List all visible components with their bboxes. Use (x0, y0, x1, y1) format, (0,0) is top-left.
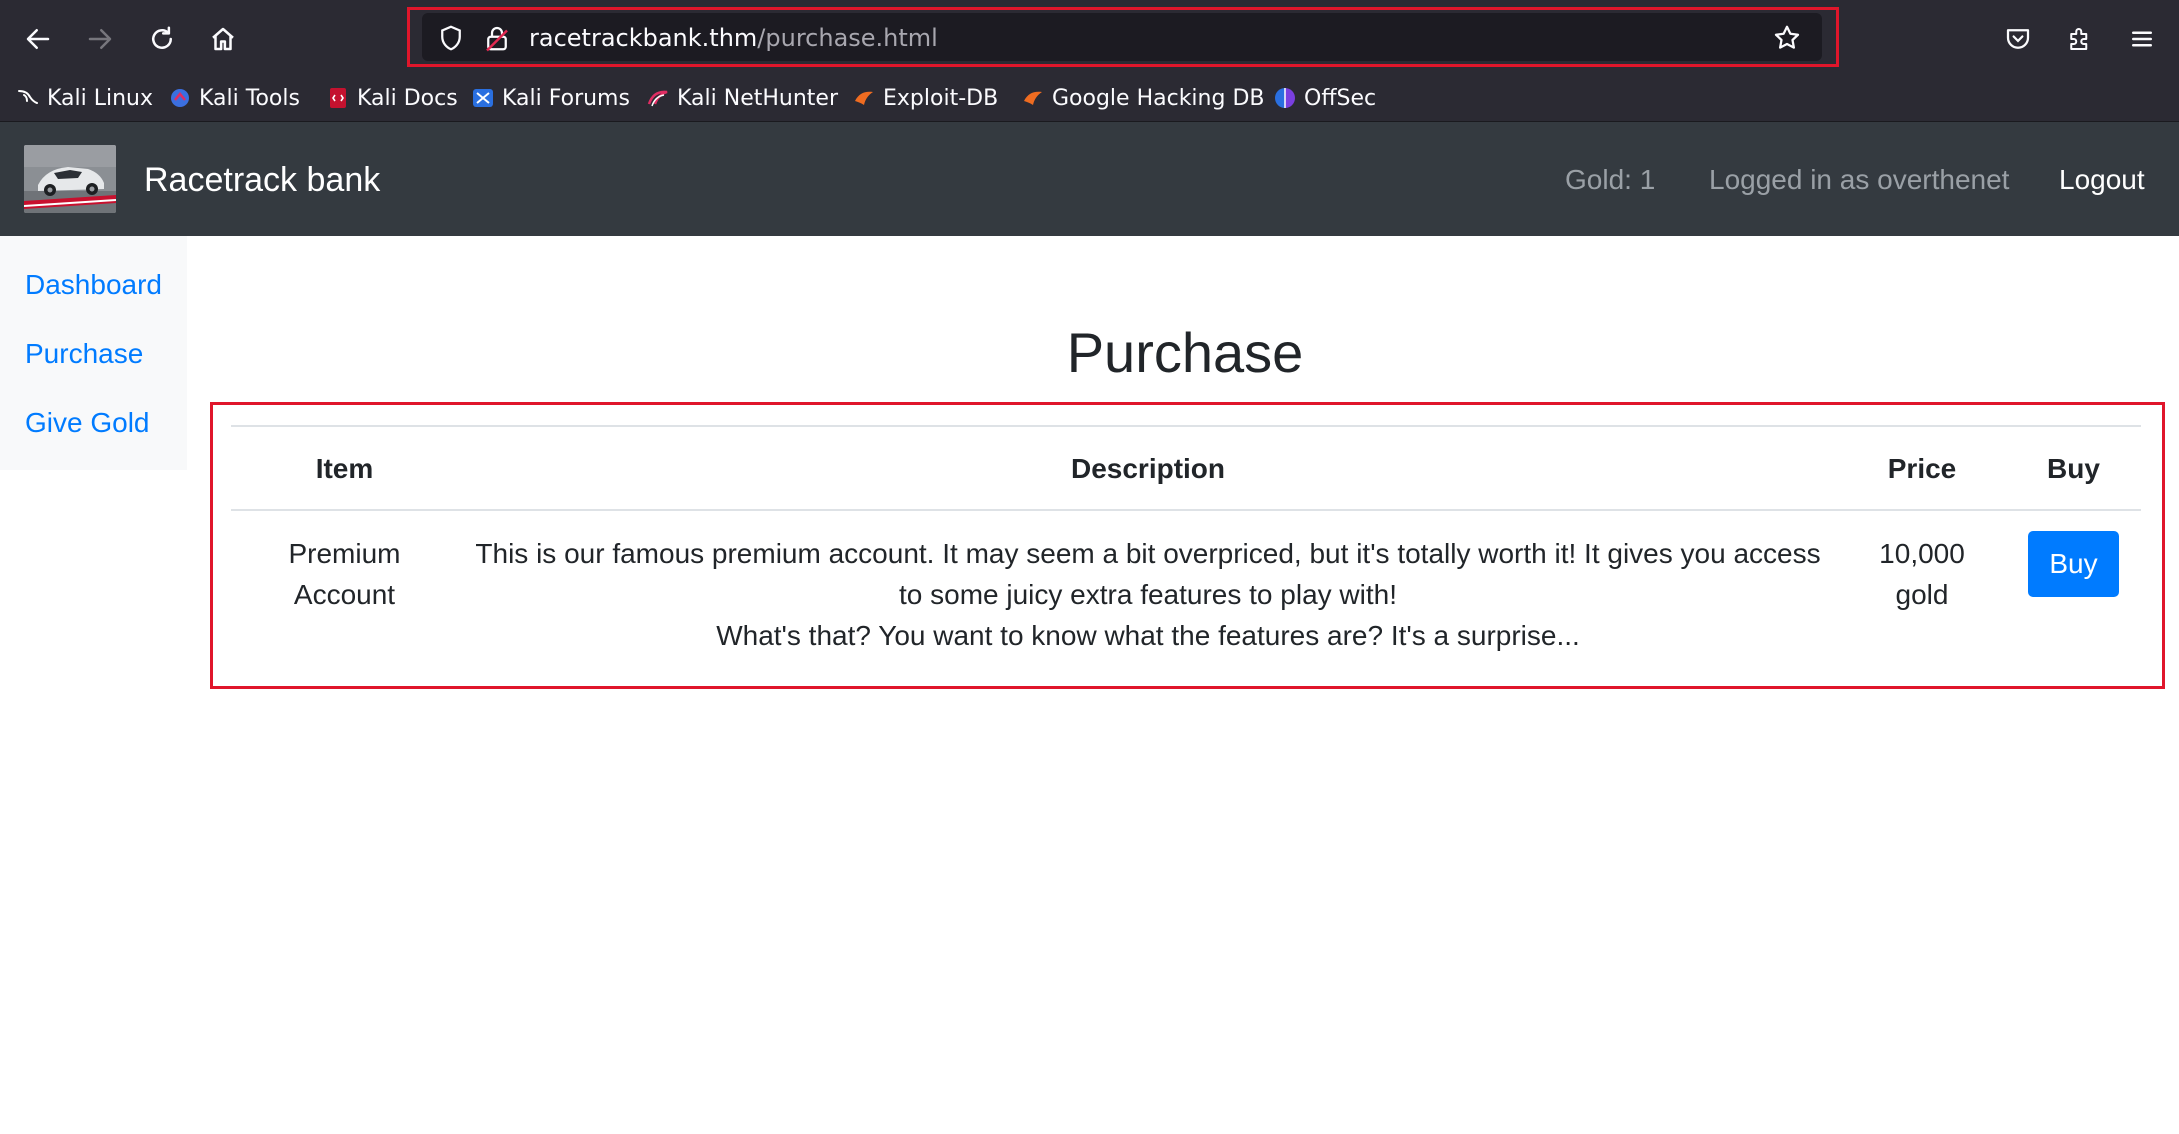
bookmark-label: Kali Tools (199, 85, 300, 111)
sidebar-item-dashboard[interactable]: Dashboard (25, 269, 162, 301)
sidebar-item-give-gold[interactable]: Give Gold (25, 407, 150, 439)
description-line: to some juicy extra features to play wit… (899, 579, 1397, 610)
logged-in-user: Logged in as overthenet (1709, 164, 2010, 195)
google-hacking-db-icon (1024, 91, 1042, 105)
description-line: What's that? You want to know what the f… (716, 620, 1580, 651)
bookmark-label: Kali Linux (47, 85, 154, 111)
bookmark-kali-tools[interactable]: Kali Tools (168, 83, 300, 113)
browser-toolbar: racetrackbank.thm/purchase.html (0, 0, 2179, 75)
exploit-db-icon (855, 91, 873, 105)
brand-logo-car-image[interactable] (24, 145, 116, 213)
bookmark-exploit-db[interactable]: Exploit-DB (852, 83, 998, 113)
bookmark-label: Kali Forums (502, 85, 630, 111)
kali-docs-icon (330, 88, 346, 108)
column-header-price: Price (1887, 453, 1957, 484)
offsec-icon (1275, 88, 1295, 108)
table-top-border (231, 425, 2141, 427)
extensions-puzzle-icon[interactable] (2060, 19, 2100, 59)
page-title: Purchase (1066, 321, 1304, 384)
bookmark-google-hacking-db[interactable]: Google Hacking DB (1021, 83, 1264, 113)
item-cell: Premium Account (231, 533, 458, 615)
kali-nethunter-icon (647, 90, 668, 107)
reload-icon[interactable] (142, 19, 182, 59)
home-icon[interactable] (203, 19, 243, 59)
description-cell: This is our famous premium account. It m… (458, 533, 1838, 656)
bookmarks-toolbar: Kali Linux Kali Tools Kali Docs Kali For… (0, 75, 2179, 122)
price-unit: gold (1895, 579, 1949, 610)
bookmark-label: Google Hacking DB (1052, 85, 1265, 111)
column-header-item: Item (315, 453, 374, 484)
bookmark-kali-forums[interactable]: Kali Forums (471, 83, 630, 113)
forward-arrow-icon[interactable] (80, 19, 120, 59)
bookmark-label: OffSec (1304, 85, 1377, 111)
logout-link[interactable]: Logout (2059, 164, 2145, 196)
price-amount: 10,000 (1879, 538, 1965, 569)
gold-balance: Gold: 1 (1565, 164, 1656, 195)
bookmark-label: Kali NetHunter (677, 85, 838, 111)
kali-tools-icon (171, 89, 189, 107)
pocket-icon[interactable] (1998, 19, 2038, 59)
item-name-line: Account (293, 579, 396, 610)
bookmark-kali-docs[interactable]: Kali Docs (326, 83, 458, 113)
item-name-line: Premium (288, 538, 401, 569)
brand-name[interactable]: Racetrack bank (144, 161, 380, 200)
bookmark-kali-nethunter[interactable]: Kali NetHunter (646, 83, 838, 113)
buy-button[interactable]: Buy (2028, 531, 2119, 597)
hamburger-menu-icon[interactable] (2122, 19, 2162, 59)
url-highlight-box (407, 7, 1839, 67)
column-header-description: Description (1070, 453, 1226, 484)
bookmark-label: Kali Docs (357, 85, 458, 111)
bookmark-offsec[interactable]: OffSec (1273, 83, 1376, 113)
kali-forums-icon (473, 89, 493, 107)
table-header-divider (231, 509, 2141, 511)
description-line: This is our famous premium account. It m… (475, 538, 1821, 569)
back-arrow-icon[interactable] (18, 19, 58, 59)
site-navbar: Racetrack bank Gold: 1 Logged in as over… (0, 122, 2179, 236)
column-header-buy: Buy (2047, 453, 2100, 484)
bookmark-label: Exploit-DB (883, 85, 999, 111)
bookmark-kali-linux[interactable]: Kali Linux (16, 83, 153, 113)
kali-dragon-icon (18, 90, 38, 104)
price-cell: 10,000 gold (1838, 533, 2006, 615)
